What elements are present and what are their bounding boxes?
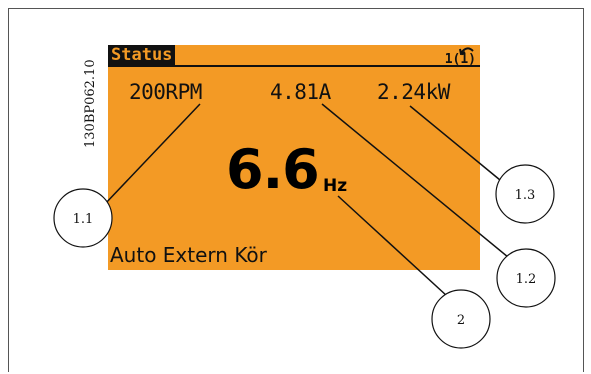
callout-label-2: 2 (457, 313, 465, 328)
leader-line-1-2 (321, 103, 515, 263)
leader-line-1-3 (409, 105, 501, 181)
callout-overlay: 1.1 1.3 1.2 2 (53, 103, 556, 349)
leader-line-1-1 (103, 103, 201, 206)
callout-label-1-1: 1.1 (73, 212, 94, 227)
callout-label-1-3: 1.3 (515, 188, 536, 203)
callout-label-1-2: 1.2 (516, 272, 537, 287)
leader-line-2 (337, 195, 448, 297)
